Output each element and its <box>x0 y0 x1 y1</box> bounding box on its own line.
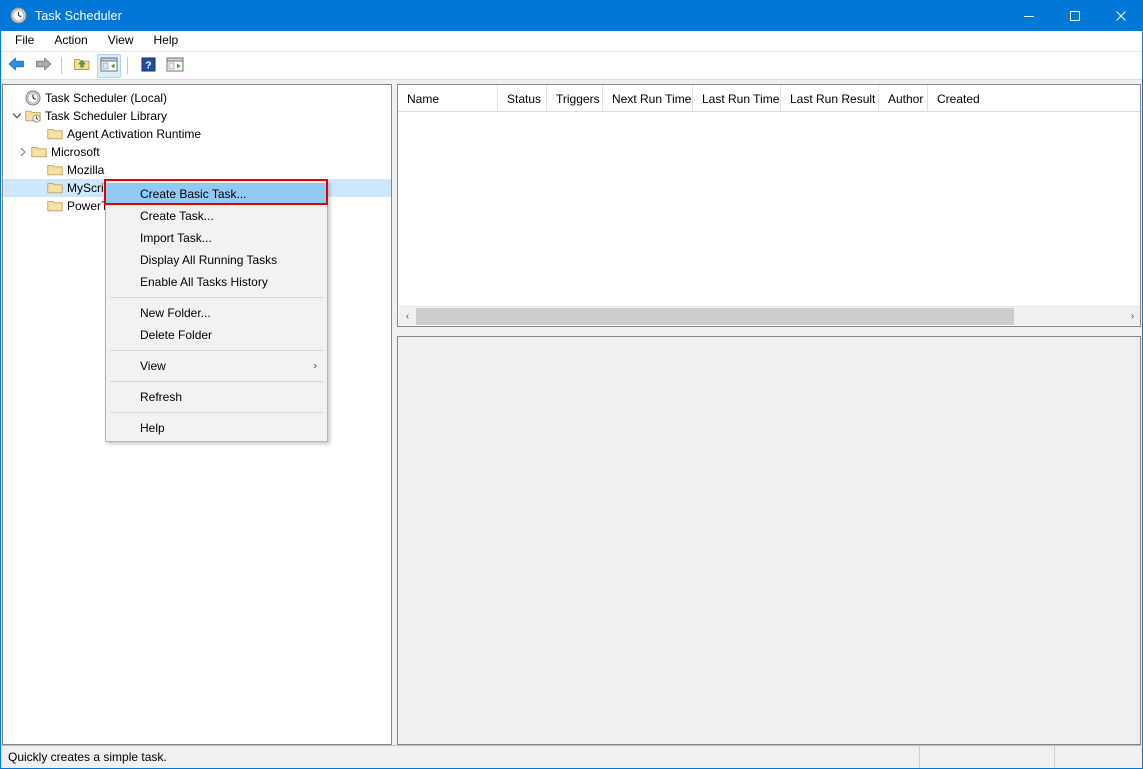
toolbar-separator-2 <box>127 57 128 74</box>
help-button[interactable]: ? <box>136 54 160 78</box>
show-hide-console-tree-button[interactable] <box>97 53 121 78</box>
status-pane-3 <box>1055 746 1141 768</box>
folder-icon <box>47 180 63 196</box>
status-message: Quickly creates a simple task. <box>2 745 920 768</box>
show-hide-console-tree-icon <box>100 57 118 75</box>
task-list-body[interactable] <box>398 112 1140 306</box>
results-pane: Name Status Triggers Next Run Time Last … <box>397 84 1141 745</box>
task-list[interactable]: Name Status Triggers Next Run Time Last … <box>397 84 1141 327</box>
clock-icon <box>10 7 27 24</box>
forward-button[interactable] <box>31 54 55 78</box>
context-menu-separator <box>110 297 323 298</box>
tree-item-label: Task Scheduler Library <box>45 109 168 123</box>
context-menu-separator <box>110 381 323 382</box>
menu-view[interactable]: View <box>98 31 144 51</box>
tree-item-label: Task Scheduler (Local) <box>45 91 168 105</box>
column-header-last-run-result[interactable]: Last Run Result <box>781 85 879 112</box>
twisty-none <box>31 198 47 214</box>
toolbar: ? <box>1 52 1142 80</box>
status-bar: Quickly creates a simple task. <box>2 745 1141 768</box>
column-header-status[interactable]: Status <box>498 85 547 112</box>
task-list-header: Name Status Triggers Next Run Time Last … <box>398 85 1140 112</box>
toolbar-separator-1 <box>61 57 62 74</box>
column-header-name[interactable]: Name <box>398 85 498 112</box>
tree-item-task-scheduler-local[interactable]: Task Scheduler (Local) <box>3 89 391 107</box>
menu-action[interactable]: Action <box>44 31 97 51</box>
folder-icon <box>47 126 63 142</box>
context-menu-item-create-task[interactable]: Create Task... <box>106 205 327 227</box>
twisty-none <box>31 126 47 142</box>
scroll-left-arrow-icon[interactable]: ‹ <box>399 308 416 325</box>
status-pane-2 <box>920 745 1055 768</box>
show-hide-action-pane-button[interactable] <box>163 54 187 78</box>
tree-item-label: Microsoft <box>51 145 100 159</box>
scroll-right-arrow-icon[interactable]: › <box>1124 308 1140 325</box>
menu-help[interactable]: Help <box>144 31 189 51</box>
tree-item-label: Agent Activation Runtime <box>67 127 202 141</box>
context-menu-item-enable-all-tasks-history[interactable]: Enable All Tasks History <box>106 271 327 293</box>
column-header-author[interactable]: Author <box>879 85 928 112</box>
scrollbar-track[interactable] <box>416 307 1124 325</box>
maximize-button[interactable] <box>1052 0 1098 31</box>
chevron-right-icon: › <box>313 360 317 372</box>
forward-icon <box>34 56 53 75</box>
tree-item-agent-activation-runtime[interactable]: Agent Activation Runtime <box>3 125 391 143</box>
context-menu-separator <box>110 412 323 413</box>
menu-file[interactable]: File <box>5 31 44 51</box>
context-menu-item-new-folder[interactable]: New Folder... <box>106 302 327 324</box>
folder-icon <box>31 144 47 160</box>
help-icon: ? <box>141 57 156 75</box>
tree-item-task-scheduler-library[interactable]: Task Scheduler Library <box>3 107 391 125</box>
horizontal-scrollbar[interactable]: ‹ › <box>399 306 1140 325</box>
close-button[interactable] <box>1098 0 1143 31</box>
context-menu-item-delete-folder[interactable]: Delete Folder <box>106 324 327 346</box>
window-controls <box>1006 0 1143 31</box>
folder-icon <box>47 162 63 178</box>
window-title: Task Scheduler <box>35 8 122 23</box>
context-menu-item-help[interactable]: Help <box>106 417 327 439</box>
column-header-last-run-time[interactable]: Last Run Time <box>693 85 781 112</box>
context-menu-item-refresh[interactable]: Refresh <box>106 386 327 408</box>
task-scheduler-window: Task Scheduler File Action View Help ? T… <box>0 0 1143 769</box>
column-header-triggers[interactable]: Triggers <box>547 85 603 112</box>
folder-icon <box>47 198 63 214</box>
tree-item-label: Mozilla <box>67 163 105 177</box>
svg-text:?: ? <box>145 59 151 71</box>
column-header-next-run-time[interactable]: Next Run Time <box>603 85 693 112</box>
scrollbar-thumb[interactable] <box>416 307 1015 325</box>
context-menu-item-display-all-running-tasks[interactable]: Display All Running Tasks <box>106 249 327 271</box>
task-detail-pane <box>397 336 1141 745</box>
back-button[interactable] <box>4 54 28 78</box>
tree-item-microsoft[interactable]: Microsoft <box>3 143 391 161</box>
twisty-none <box>31 180 47 196</box>
library-folder-icon <box>25 108 41 124</box>
context-menu-item-view[interactable]: View › <box>106 355 327 377</box>
chevron-right-icon[interactable] <box>15 144 31 160</box>
twisty-none <box>9 90 25 106</box>
context-menu-separator <box>110 350 323 351</box>
menu-bar: File Action View Help <box>1 31 1142 52</box>
back-icon <box>7 56 26 75</box>
context-menu-item-label: View <box>140 359 166 373</box>
minimize-button[interactable] <box>1006 0 1052 31</box>
context-menu: Create Basic Task... Create Task... Impo… <box>105 180 328 442</box>
up-one-level-button[interactable] <box>70 54 94 78</box>
context-menu-item-create-basic-task[interactable]: Create Basic Task... <box>106 183 327 205</box>
context-menu-item-import-task[interactable]: Import Task... <box>106 227 327 249</box>
clock-icon <box>25 90 41 106</box>
title-bar: Task Scheduler <box>1 0 1143 31</box>
show-hide-action-pane-icon <box>166 57 184 75</box>
chevron-down-icon[interactable] <box>9 108 25 124</box>
twisty-none <box>31 162 47 178</box>
up-folder-icon <box>73 56 91 75</box>
column-header-created[interactable]: Created <box>928 85 988 112</box>
tree-item-mozilla[interactable]: Mozilla <box>3 161 391 179</box>
